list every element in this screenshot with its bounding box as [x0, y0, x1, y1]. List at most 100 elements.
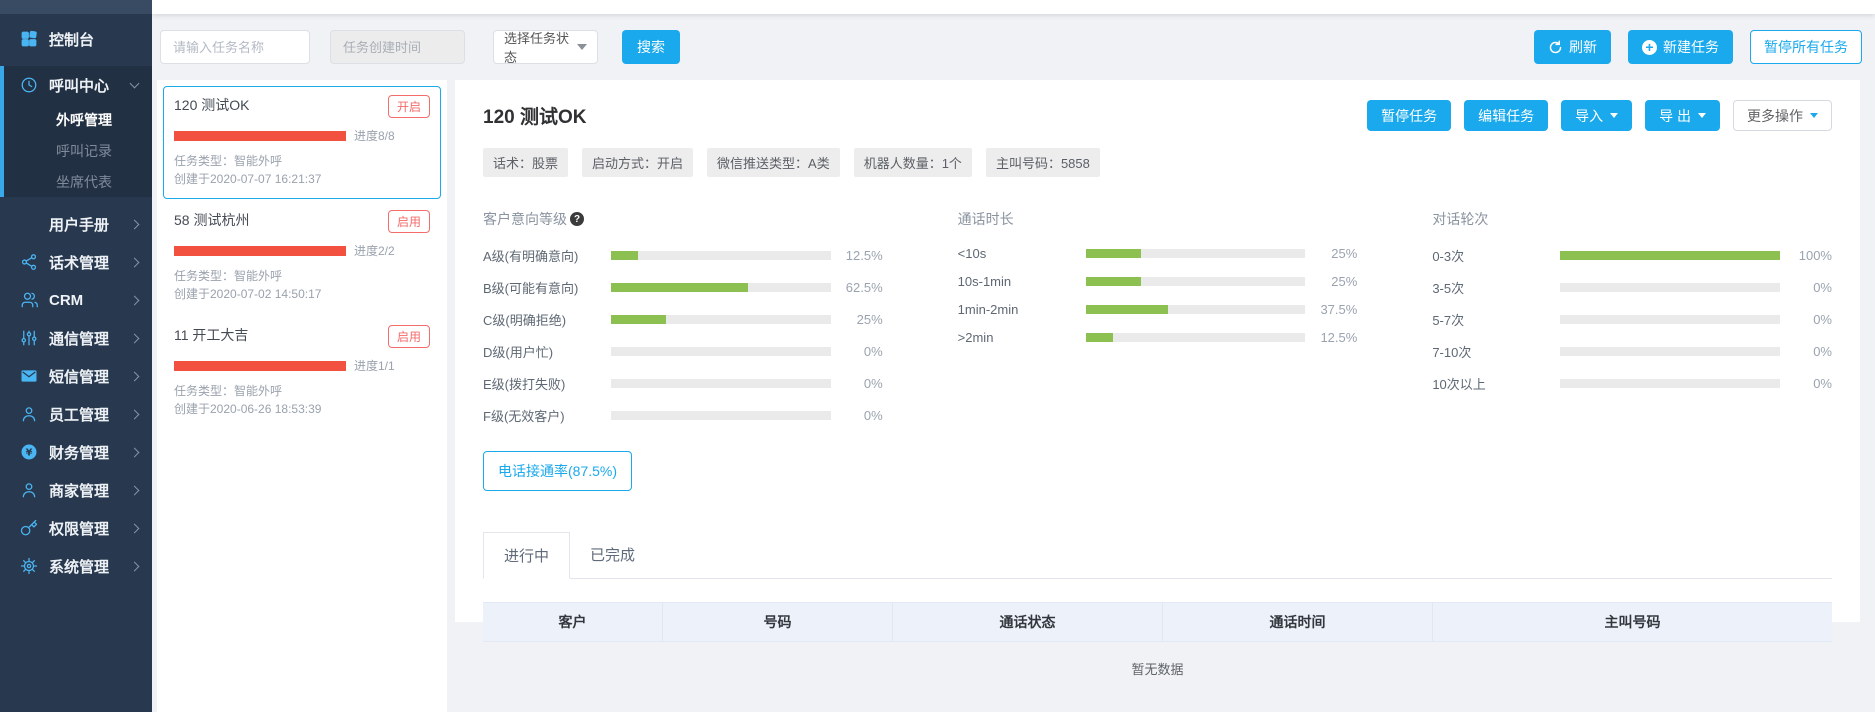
sidebar-item-label: 通信管理: [49, 328, 109, 349]
task-name-input[interactable]: [160, 30, 310, 64]
sidebar-item-label: 用户手册: [49, 214, 109, 235]
select-caret-icon: [577, 44, 587, 50]
bar-label: B级(可能有意向): [483, 278, 611, 297]
export-label: 导 出: [1659, 106, 1691, 126]
sidebar-item-console[interactable]: 控制台: [0, 20, 152, 58]
task-progress-bar: [174, 361, 346, 371]
more-actions-button[interactable]: 更多操作: [1733, 100, 1832, 131]
sidebar-item-call-center[interactable]: 呼叫中心: [4, 66, 152, 104]
sidebar-item-label: 呼叫中心: [49, 75, 109, 96]
sidebar-logo-strip: [0, 0, 152, 14]
sidebar-item-permission-mgmt[interactable]: 权限管理: [0, 509, 152, 547]
task-progress-bar: [174, 131, 346, 141]
sidebar-item-label: 财务管理: [49, 442, 109, 463]
bar-value: 0%: [831, 408, 883, 423]
bar-row: E级(拨打失败) 0%: [483, 374, 883, 393]
bar-track: [611, 315, 831, 324]
bar-track: [611, 283, 831, 292]
bar-row: C级(明确拒绝) 25%: [483, 310, 883, 329]
sidebar-item-finance-mgmt[interactable]: ¥ 财务管理: [0, 433, 152, 471]
chevron-right-icon: [130, 257, 140, 267]
svg-text:¥: ¥: [26, 447, 33, 458]
bar-row: 10s-1min 25%: [958, 274, 1358, 289]
sidebar-item-staff-mgmt[interactable]: 员工管理: [0, 395, 152, 433]
sidebar-item-merchant-mgmt[interactable]: 商家管理: [0, 471, 152, 509]
bar-label: E级(拨打失败): [483, 374, 611, 393]
sliders-icon: [20, 329, 38, 347]
refresh-label: 刷新: [1569, 37, 1597, 57]
connect-rate-button[interactable]: 电话接通率(87.5%): [483, 451, 632, 491]
search-button[interactable]: 搜索: [622, 30, 680, 64]
detail-actions: 暂停任务 编辑任务 导入 导 出 更多操作: [1367, 100, 1832, 131]
sidebar-item-comm-mgmt[interactable]: 通信管理: [0, 319, 152, 357]
chevron-right-icon: [130, 409, 140, 419]
sidebar-item-user-manual[interactable]: 用户手册: [0, 205, 152, 243]
help-icon[interactable]: ?: [570, 212, 584, 226]
bar-row: 1min-2min 37.5%: [958, 302, 1358, 317]
sidebar-subitem-outbound-mgmt[interactable]: 外呼管理: [4, 104, 152, 135]
sidebar-item-label: 商家管理: [49, 480, 109, 501]
export-button[interactable]: 导 出: [1645, 100, 1720, 131]
col-call-status: 通话状态: [893, 603, 1163, 641]
sidebar-item-label: 权限管理: [49, 518, 109, 539]
task-title: 58 测试杭州: [174, 210, 249, 230]
sidebar-subitem-label: 呼叫记录: [56, 141, 112, 161]
info-tag: 启动方式：开启: [582, 148, 693, 177]
task-status-select[interactable]: 选择任务状态: [493, 30, 598, 64]
refresh-button[interactable]: 刷新: [1534, 30, 1611, 64]
bar-track: [1560, 283, 1780, 292]
pause-all-tasks-button[interactable]: 暂停所有任务: [1750, 30, 1862, 64]
tab-completed[interactable]: 已完成: [570, 532, 655, 579]
chevron-right-icon: [130, 523, 140, 533]
chart-dialog-rounds: 对话轮次 0-3次 100% 3-5次 0% 5-7次 0% 7-1: [1432, 209, 1832, 491]
task-list-item[interactable]: 120 测试OK 开启 进度8/8 任务类型：智能外呼 创建于2020-07-0…: [163, 86, 441, 199]
yen-coin-icon: ¥: [20, 443, 38, 461]
sidebar-item-system-mgmt[interactable]: 系统管理: [0, 547, 152, 585]
page-title: 120 测试OK: [483, 102, 586, 129]
sidebar-subitem-call-records[interactable]: 呼叫记录: [4, 135, 152, 166]
sidebar-item-label: 话术管理: [49, 252, 109, 273]
import-button[interactable]: 导入: [1561, 100, 1632, 131]
edit-task-button[interactable]: 编辑任务: [1464, 100, 1548, 131]
info-tag: 主叫号码：5858: [986, 148, 1100, 177]
dashboard-grid-icon: [20, 30, 38, 48]
gear-icon: [20, 557, 38, 575]
col-customer: 客户: [483, 603, 663, 641]
bar-label: D级(用户忙): [483, 342, 611, 361]
empty-state-text: 暂无数据: [483, 659, 1832, 678]
bar-row: <10s 25%: [958, 246, 1358, 261]
task-type: 任务类型：智能外呼: [174, 267, 430, 285]
bar-value: 62.5%: [831, 280, 883, 295]
chevron-right-icon: [130, 485, 140, 495]
sidebar-item-label: CRM: [49, 292, 83, 309]
pause-task-button[interactable]: 暂停任务: [1367, 100, 1451, 131]
flow-share-icon: [20, 253, 38, 271]
app-window: 控制台 呼叫中心 外呼管理 呼叫记录 坐席代表: [0, 0, 1875, 712]
chevron-right-icon: [130, 447, 140, 457]
tab-in-progress[interactable]: 进行中: [483, 532, 570, 579]
bar-label: >2min: [958, 330, 1086, 345]
bar-value: 0%: [1780, 280, 1832, 295]
call-list-tabs: 进行中 已完成: [483, 531, 1832, 579]
task-list-panel: 120 测试OK 开启 进度8/8 任务类型：智能外呼 创建于2020-07-0…: [157, 80, 447, 712]
bar-label: C级(明确拒绝): [483, 310, 611, 329]
bar-label: 1min-2min: [958, 302, 1086, 317]
chevron-right-icon: [130, 371, 140, 381]
sidebar-item-sms-mgmt[interactable]: 短信管理: [0, 357, 152, 395]
bar-track: [1086, 305, 1306, 314]
task-create-time-input[interactable]: [330, 30, 465, 64]
chart-title: 对话轮次: [1432, 209, 1488, 229]
task-detail-panel: 120 测试OK 暂停任务 编辑任务 导入 导 出 更多操作 话术：股票: [455, 80, 1860, 622]
sidebar-item-crm[interactable]: CRM: [0, 281, 152, 319]
bar-track: [1560, 379, 1780, 388]
toolbar-right-actions: 刷新 + 新建任务 暂停所有任务: [1534, 30, 1862, 64]
bar-row: B级(可能有意向) 62.5%: [483, 278, 883, 297]
new-task-button[interactable]: + 新建任务: [1628, 30, 1733, 64]
sidebar-item-script-mgmt[interactable]: 话术管理: [0, 243, 152, 281]
bar-track: [611, 251, 831, 260]
sidebar-subitem-agent-seats[interactable]: 坐席代表: [4, 166, 152, 197]
task-list-item[interactable]: 11 开工大吉 启用 进度1/1 任务类型：智能外呼 创建于2020-06-26…: [163, 316, 441, 429]
task-progress-bar: [174, 246, 346, 256]
sidebar-item-label: 控制台: [49, 29, 94, 50]
task-list-item[interactable]: 58 测试杭州 启用 进度2/2 任务类型：智能外呼 创建于2020-07-02…: [163, 201, 441, 314]
